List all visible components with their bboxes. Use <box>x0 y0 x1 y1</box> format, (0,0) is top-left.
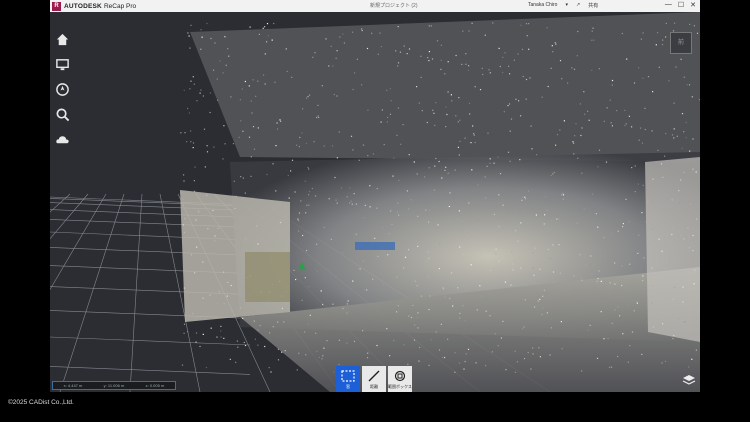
measure-label: 距離 <box>370 384 378 389</box>
coord-y: y: 11.006 m <box>103 383 125 388</box>
point-cloud-viewport[interactable]: 前 x: 4.447 m y: 11.006 m z: 0.005 m 窓 距離 <box>50 12 700 392</box>
coordinate-status-bar: x: 4.447 m y: 11.006 m z: 0.005 m <box>52 381 176 390</box>
cloud-icon[interactable] <box>55 132 70 147</box>
blue-desk-points <box>355 242 395 250</box>
ceiling-points <box>190 12 700 162</box>
search-icon[interactable] <box>55 107 70 122</box>
navigation-icon[interactable] <box>55 82 70 97</box>
window-controls: — ☐ ✕ <box>665 1 696 9</box>
limit-box-button[interactable]: 範囲ボックス <box>388 366 412 392</box>
bottom-toolbar: 窓 距離 範囲ボックス <box>336 366 412 392</box>
home-icon[interactable] <box>55 32 70 47</box>
window-select-label: 窓 <box>346 384 350 389</box>
product-name: ReCap Pro <box>103 2 137 10</box>
recap-app-window: R AUTODESK ReCap Pro 新規プロジェクト (2) Tanaka… <box>50 0 700 392</box>
share-label[interactable]: 共有 <box>588 2 598 9</box>
share-icon[interactable]: ↗ <box>576 2 580 9</box>
coord-x: x: 4.447 m <box>63 383 83 388</box>
minimize-button[interactable]: — <box>665 1 672 9</box>
left-toolbar <box>55 32 70 147</box>
maximize-button[interactable]: ☐ <box>678 1 684 9</box>
brand-name: AUTODESK <box>64 2 102 10</box>
limit-box-label: 範囲ボックス <box>388 384 412 389</box>
window-select-button[interactable]: 窓 <box>336 366 360 392</box>
point-cloud-scene[interactable] <box>50 12 700 392</box>
measure-distance-button[interactable]: 距離 <box>362 366 386 392</box>
cabinet-points <box>245 252 290 302</box>
document-title: 新規プロジェクト (2) <box>370 3 418 9</box>
display-settings-icon[interactable] <box>55 57 70 72</box>
close-button[interactable]: ✕ <box>690 1 696 9</box>
copyright-text: ©2025 CADist Co.,Ltd. <box>8 399 74 406</box>
app-logo: R <box>52 1 61 11</box>
window-select-icon <box>341 370 355 382</box>
user-area: Tanaka Chiro ▾ ↗ 共有 <box>528 2 598 9</box>
viewcube[interactable]: 前 <box>670 32 692 54</box>
user-name[interactable]: Tanaka Chiro <box>528 2 557 9</box>
right-pillar-points <box>645 157 700 342</box>
measure-icon <box>368 370 380 382</box>
limit-box-icon <box>394 370 406 382</box>
coord-z: z: 0.005 m <box>145 383 165 388</box>
layers-icon[interactable] <box>682 374 696 386</box>
title-bar: R AUTODESK ReCap Pro 新規プロジェクト (2) Tanaka… <box>50 0 700 12</box>
chevron-down-icon[interactable]: ▾ <box>565 2 568 9</box>
